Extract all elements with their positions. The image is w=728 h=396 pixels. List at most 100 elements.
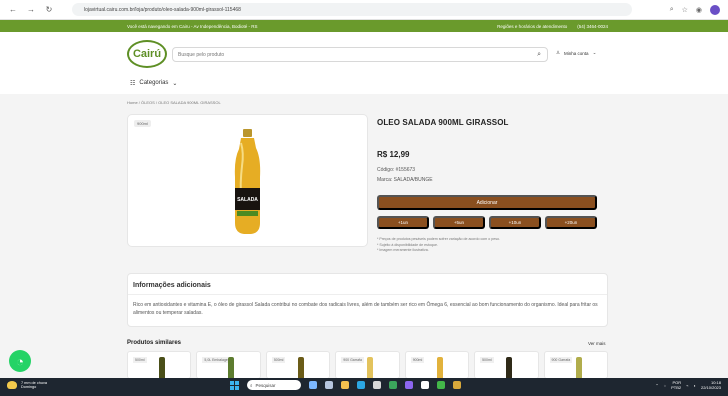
bottle-icon [575,357,582,378]
product-notes: * Preços de produtos pesáveis podem sofr… [377,237,500,254]
similar-product-card[interactable]: 900 Garrafa [543,351,608,379]
similar-product-label: 900 Garrafa [341,357,364,363]
user-icon: ♙ [556,50,561,55]
bottle-icon [297,357,304,378]
location-bar: Você está navegando em Cairu - Av Indepe… [0,20,728,32]
similar-products-list: 500ml 5,0L Embalagem 500ml 900 Garrafa 9… [127,351,608,379]
bottle-icon [436,357,443,378]
bottle-icon [159,357,165,378]
similar-product-card[interactable]: 900 Garrafa [335,351,400,379]
product-brand: Marca: SALADA/BUNGE [377,177,433,183]
file-icon[interactable] [421,381,429,389]
profile-avatar[interactable] [710,4,720,15]
categories-label: Categorias [139,80,169,86]
similar-product-card[interactable]: 5,0L Embalagem [196,351,261,379]
wifi-icon[interactable]: ⌁ [686,383,688,388]
similar-products-title: Produtos similares [127,340,182,346]
clock-date[interactable]: 22/10/2023 [701,385,721,391]
system-tray: ⌃ ◌ POR PTB2 ⌁ ◖ 10:18 22/10/2023 [655,380,721,391]
note-image: * Imagem meramente ilustrativa. [377,248,429,253]
similar-product-card[interactable]: 500ml [265,351,331,379]
back-icon[interactable]: ← [8,5,18,14]
product-image: SALADA [234,129,261,234]
search-icon[interactable]: ⌕ [670,6,674,14]
breadcrumb[interactable]: Home / ÓLEOS / OLEO SALADA 900ML GIRASSO… [127,100,221,105]
chevron-down-icon: ⌄ [592,50,597,55]
chevron-down-icon: ⌄ [172,80,178,87]
add-10-units-button[interactable]: +10un [489,216,541,229]
weather-day: Domingo [21,385,37,389]
mail-icon[interactable] [373,381,381,389]
additional-info-card: Informações adicionais Rico em antioxida… [127,273,608,327]
similar-product-card[interactable]: 500ml [127,351,192,379]
bottle-label: SALADA [237,197,258,203]
product-title: OLEO SALADA 900ML GIRASSOL [377,118,509,127]
taskbar-search-text: Pesquisar [255,382,276,388]
chevron-up-icon[interactable]: ⌃ [655,383,658,388]
people-icon[interactable] [309,381,317,389]
extension-icon[interactable]: ◉ [696,6,702,14]
edge-icon[interactable] [357,381,365,389]
note-weight: * Preços de produtos pesáveis podem sofr… [377,237,501,241]
search-input[interactable]: Busque pelo produto ⌕ [172,47,548,62]
search-icon[interactable]: ⌕ [537,51,541,59]
store-hours-link[interactable]: Regiões e horários de atendimento [497,24,567,29]
similar-product-label: 500ml [480,357,494,363]
bottle-icon [228,357,235,378]
account-label: Minha conta [564,50,589,56]
account-menu[interactable]: ♙ Minha conta ⌄ [556,50,596,56]
menu-icon: ☷ [130,80,136,87]
weather-widget[interactable]: 7 mm de chuva Domingo [7,381,47,389]
phone-number[interactable]: (54) 3464-0024 [577,24,608,29]
add-5-units-button[interactable]: +5un [433,216,485,229]
categories-button[interactable]: ☷ Categorias ⌄ [127,76,183,90]
whatsapp-chat-button[interactable]: ◔ [9,350,31,372]
task-view-icon[interactable] [325,381,333,389]
product-price: R$ 12,99 [377,150,410,159]
app-icon[interactable] [405,381,413,389]
weather-icon [7,381,17,389]
network-icon[interactable]: ◌ [664,383,666,388]
whatsapp-icon: ◔ [16,353,24,369]
search-icon: ⌕ [250,382,253,388]
url-text: lojavirtual.cairu.com.br/loja/produto/ol… [84,6,241,13]
similar-product-label: 900 Garrafa [549,357,573,363]
address-bar[interactable]: lojavirtual.cairu.com.br/loja/produto/ol… [72,3,632,16]
windows-start-icon[interactable] [230,380,239,390]
volume-badge: 900ml [134,120,151,127]
taskbar-search[interactable]: ⌕ Pesquisar [247,380,301,390]
browser-toolbar: ← → ↻ lojavirtual.cairu.com.br/loja/prod… [0,0,728,20]
product-image-card: 900ml SALADA [127,114,368,247]
similar-product-label: 900ml [410,357,425,363]
site-header: Cairú Busque pelo produto ⌕ ♙ Minha cont… [0,32,728,94]
similar-product-card[interactable]: 500ml [474,351,539,379]
folder-icon[interactable] [341,381,349,389]
divider [128,294,607,295]
delivery-location[interactable]: Você está navegando em Cairu - Av Indepe… [127,24,258,29]
forward-icon[interactable]: → [26,5,36,14]
logo-text: Cairú [132,48,162,60]
product-details: OLEO SALADA 900ML GIRASSOL R$ 12,99 Códi… [377,118,597,183]
star-icon[interactable]: ☆ [682,6,688,14]
bottle-icon [367,357,374,378]
refresh-icon[interactable]: ↻ [44,5,54,14]
add-20-units-button[interactable]: +20un [545,216,597,229]
additional-info-title: Informações adicionais [133,282,211,289]
similar-product-card[interactable]: 900ml [404,351,470,379]
store-icon[interactable] [437,381,445,389]
cairu-logo[interactable]: Cairú [127,40,167,68]
windows-taskbar: 7 mm de chuva Domingo ⌕ Pesquisar ⌃ ◌ POR… [0,378,728,396]
similar-product-label: 500ml [271,357,286,363]
app-icon[interactable] [453,381,461,389]
add-to-cart-button[interactable]: Adicionar [377,195,597,210]
similar-product-label: 500ml [133,357,147,363]
add-1-unit-button[interactable]: +1un [377,216,429,229]
product-code: Código: #155673 [377,167,416,173]
volume-icon[interactable]: ◖ [694,383,696,388]
see-more-link[interactable]: Ver mais [588,341,606,346]
search-placeholder: Busque pelo produto [178,51,225,58]
product-description: Rico em antioxidantes e vitamina E, o ól… [133,302,598,316]
bottle-icon [506,357,513,378]
chrome-icon[interactable] [389,381,397,389]
keyboard-layout[interactable]: PTB2 [671,385,681,391]
